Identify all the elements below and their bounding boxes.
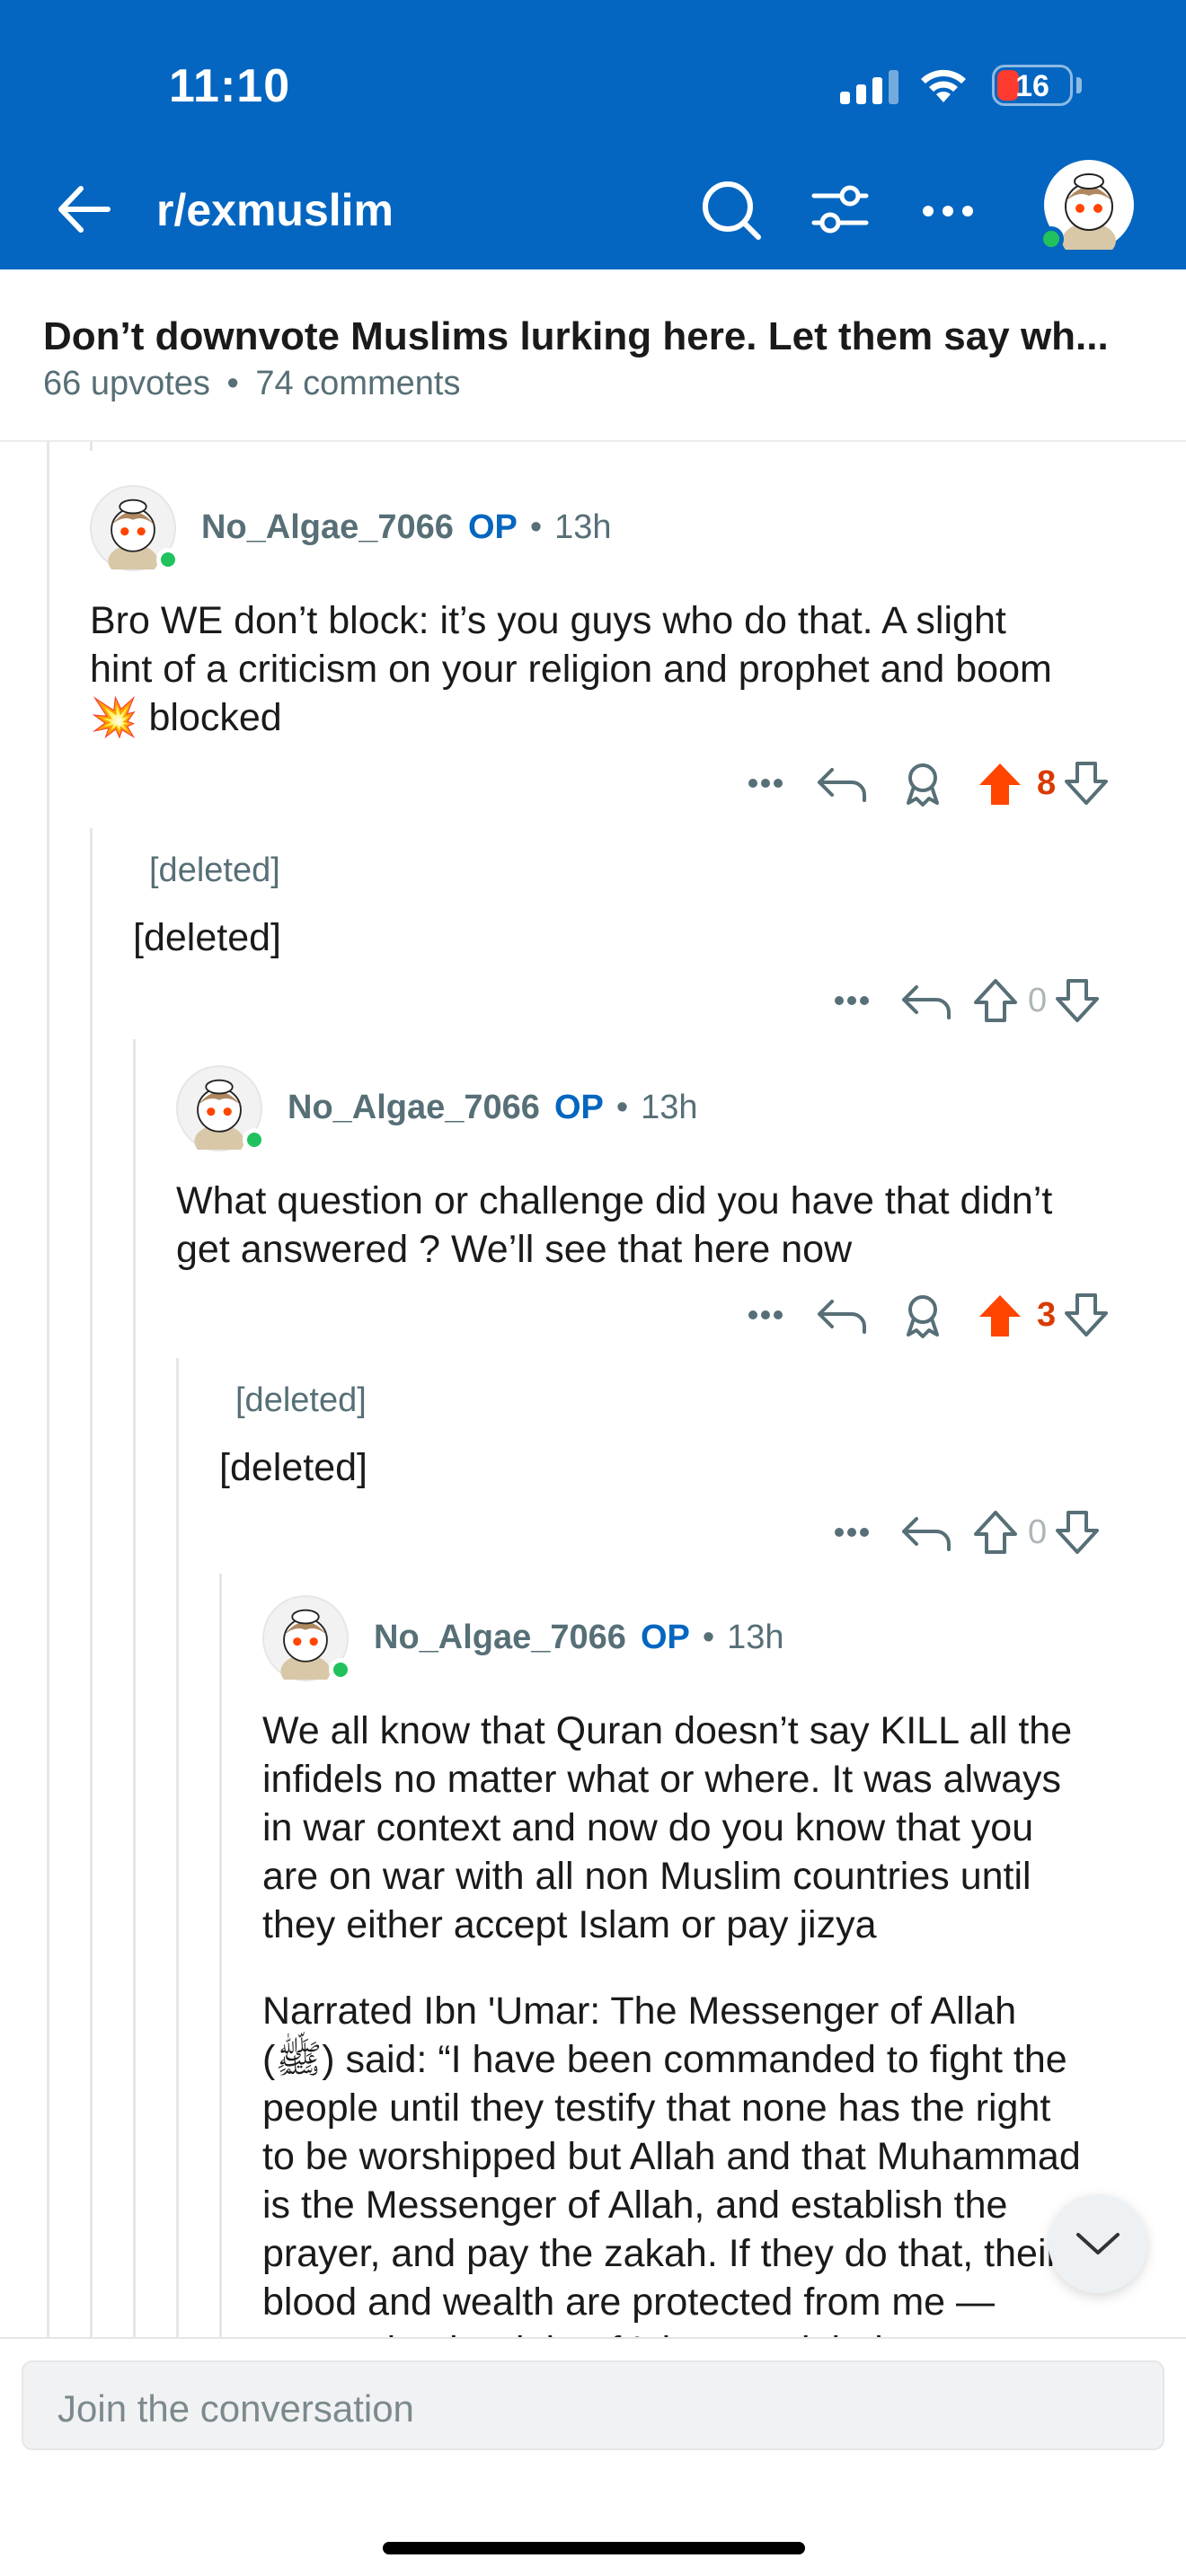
- reply-icon[interactable]: [800, 761, 884, 806]
- vote-count: 8: [1037, 763, 1057, 802]
- comment-body: [deleted]: [219, 1446, 367, 1489]
- avatar[interactable]: [176, 1065, 266, 1159]
- downvote-icon[interactable]: [1061, 758, 1111, 808]
- award-icon[interactable]: [884, 758, 961, 808]
- downvote-icon[interactable]: [1052, 975, 1102, 1026]
- op-badge: OP: [640, 1619, 690, 1656]
- meta-separator: •: [702, 1619, 715, 1656]
- upvote-count: 66 upvotes: [43, 365, 210, 402]
- author-name: [deleted]: [149, 851, 280, 889]
- vote-count: 0: [1028, 981, 1048, 1019]
- comment-author-row: No_Algae_7066 OP • 13h: [374, 1619, 784, 1657]
- author-name[interactable]: No_Algae_7066: [288, 1089, 540, 1127]
- upvote-icon[interactable]: [969, 975, 1022, 1026]
- post-header[interactable]: Don’t downvote Muslims lurking here. Let…: [0, 269, 1186, 442]
- comment-body: We all know that Quran doesn’t say KILL …: [262, 1709, 1073, 1946]
- comment-count: 74 comments: [255, 365, 461, 402]
- chevron-down-icon: [1076, 2233, 1120, 2254]
- home-indicator[interactable]: [383, 2542, 805, 2554]
- wifi-icon: [921, 69, 966, 102]
- back-arrow-icon[interactable]: [52, 178, 115, 241]
- status-time: 11:10: [169, 60, 291, 112]
- vote-count: 0: [1028, 1513, 1048, 1551]
- downvote-icon[interactable]: [1052, 1507, 1102, 1557]
- meta-separator: •: [529, 508, 543, 546]
- composer-bar: Join the conversation: [0, 2337, 1186, 2576]
- battery-level: 16: [1015, 69, 1049, 103]
- more-icon[interactable]: [825, 978, 879, 1023]
- comment-actions: 3: [739, 1290, 1111, 1340]
- comment-actions: 0: [825, 975, 1102, 1026]
- more-icon[interactable]: [916, 193, 979, 229]
- filter-icon[interactable]: [809, 178, 872, 241]
- award-icon[interactable]: [884, 1290, 961, 1340]
- comment-body: [deleted]: [133, 916, 281, 959]
- avatar[interactable]: [262, 1595, 352, 1689]
- author-name: [deleted]: [235, 1381, 367, 1419]
- upvote-icon[interactable]: [969, 758, 1031, 808]
- reply-icon[interactable]: [884, 1510, 969, 1555]
- more-icon[interactable]: [739, 1292, 792, 1337]
- comment-actions: 8: [739, 758, 1111, 808]
- battery-icon: 16: [992, 65, 1073, 106]
- comment-body: What question or challenge did you have …: [176, 1179, 1053, 1271]
- next-comment-button[interactable]: [1049, 2194, 1147, 2293]
- post-title[interactable]: Don’t downvote Muslims lurking here. Let…: [43, 314, 1109, 359]
- search-icon[interactable]: [699, 178, 764, 243]
- comment-body: Bro WE don’t block: it’s you guys who do…: [90, 599, 1052, 739]
- comment-quote: Narrated Ibn 'Umar: The Messenger of All…: [262, 1989, 1081, 2337]
- comment-author-row: No_Algae_7066 OP • 13h: [288, 1089, 698, 1127]
- upvote-icon[interactable]: [969, 1507, 1022, 1557]
- comment-time: 13h: [554, 508, 612, 546]
- avatar[interactable]: [90, 485, 180, 578]
- op-badge: OP: [553, 1089, 604, 1126]
- meta-separator: •: [226, 365, 239, 402]
- vote-count: 3: [1037, 1295, 1057, 1334]
- post-meta: 66 upvotes • 74 comments: [43, 365, 460, 403]
- cellular-signal-icon: [840, 70, 898, 104]
- user-avatar[interactable]: [1039, 160, 1134, 259]
- comment-author-row: No_Algae_7066 OP • 13h: [201, 508, 612, 547]
- comment-thread: No_Algae_7066 OP • 13h Bro WE don’t bloc…: [0, 442, 1186, 2337]
- comment-time: 13h: [641, 1089, 698, 1126]
- upvote-icon[interactable]: [969, 1290, 1031, 1340]
- subreddit-name[interactable]: r/exmuslim: [156, 184, 394, 236]
- reply-icon[interactable]: [800, 1292, 884, 1337]
- reply-icon[interactable]: [884, 978, 969, 1023]
- more-icon[interactable]: [825, 1510, 879, 1555]
- meta-separator: •: [615, 1089, 629, 1126]
- op-badge: OP: [467, 508, 518, 546]
- author-name[interactable]: No_Algae_7066: [374, 1619, 626, 1657]
- comment-time: 13h: [727, 1619, 784, 1656]
- comment-input-placeholder: Join the conversation: [58, 2387, 414, 2430]
- comment-actions: 0: [825, 1507, 1102, 1557]
- more-icon[interactable]: [739, 761, 792, 806]
- author-name[interactable]: No_Algae_7066: [201, 508, 454, 547]
- comment-input[interactable]: Join the conversation: [22, 2360, 1164, 2450]
- top-bar: 11:10 16 r/exmuslim: [0, 0, 1186, 269]
- downvote-icon[interactable]: [1061, 1290, 1111, 1340]
